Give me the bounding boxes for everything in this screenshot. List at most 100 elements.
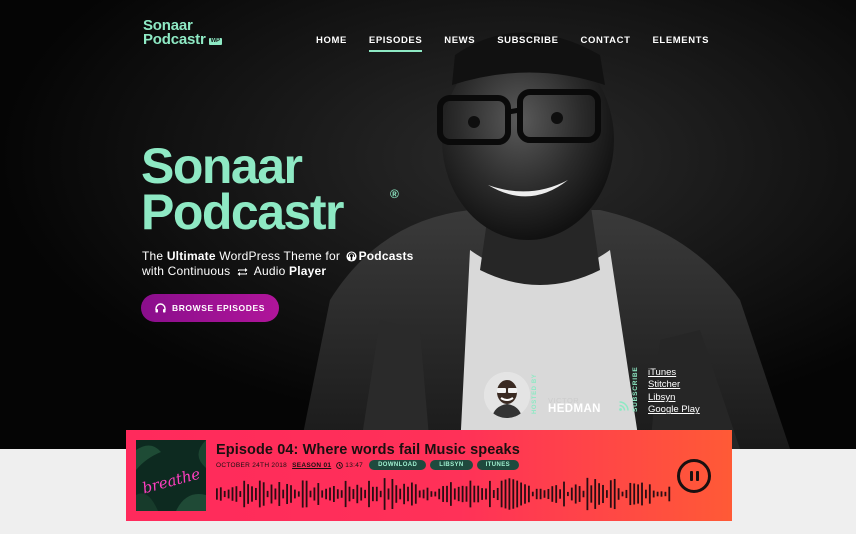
clock-icon xyxy=(336,461,344,469)
waveform-bar xyxy=(274,488,277,500)
waveform-bar xyxy=(247,484,249,504)
waveform-bar xyxy=(485,488,487,500)
nav-item-episodes[interactable]: EPISODES xyxy=(368,35,423,52)
waveform-bar xyxy=(504,479,507,509)
waveform-bar xyxy=(403,483,405,505)
waveform-bar xyxy=(559,489,561,499)
waveform-bar xyxy=(344,480,347,508)
waveform-bar xyxy=(543,490,546,498)
waveform-bar xyxy=(602,484,604,504)
waveform-bar xyxy=(255,487,257,501)
waveform-bar xyxy=(492,490,495,498)
waveform-bar xyxy=(648,484,651,504)
browse-episodes-button[interactable]: BROWSE EPISODES xyxy=(141,294,279,322)
waveform-bar xyxy=(399,488,402,500)
nav-item-subscribe[interactable]: SUBSCRIBE xyxy=(497,35,558,52)
waveform-bar xyxy=(395,485,398,503)
pause-button[interactable] xyxy=(677,459,711,493)
logo-badge: WP xyxy=(208,38,222,45)
waveform-bar xyxy=(547,488,550,500)
subtitle-text: with Continuous xyxy=(142,264,234,278)
episode-season[interactable]: SEASON 01 xyxy=(292,462,331,469)
libsyn-button[interactable]: LIBSYN xyxy=(430,460,473,470)
waveform-bar xyxy=(535,488,538,500)
waveform-bar xyxy=(524,484,526,504)
waveform-bar xyxy=(231,487,234,501)
waveform-bar xyxy=(216,488,218,500)
waveform-bar xyxy=(348,486,351,502)
nav-item-elements[interactable]: ELEMENTS xyxy=(652,35,709,52)
waveform-bar xyxy=(333,486,335,502)
waveform-bar xyxy=(411,482,413,506)
browse-episodes-label: BROWSE EPISODES xyxy=(171,303,266,313)
audio-waveform[interactable] xyxy=(216,474,710,514)
registered-mark: ® xyxy=(390,187,399,201)
hero-section: Sonaar Podcastr WP HOME EPISODES NEWS SUB… xyxy=(0,0,856,449)
waveform-bar xyxy=(368,480,370,508)
site-logo[interactable]: Sonaar Podcastr WP xyxy=(143,18,222,48)
waveform-bar xyxy=(469,480,472,508)
waveform-bar xyxy=(461,485,464,503)
hero-portrait-image xyxy=(0,0,856,449)
subtitle-text: The xyxy=(142,249,167,263)
logo-line2: Podcastr xyxy=(143,31,206,48)
waveform-bar xyxy=(606,490,608,498)
waveform-bar xyxy=(625,489,628,499)
waveform-bar xyxy=(570,487,573,501)
waveform-bar xyxy=(278,482,281,506)
waveform-bar xyxy=(465,486,468,502)
episode-title[interactable]: Episode 04: Where words fail Music speak… xyxy=(216,442,520,458)
waveform-bar xyxy=(282,489,285,499)
waveform-bar xyxy=(352,489,355,499)
waveform-bar xyxy=(453,488,456,500)
audio-player: breathe Episode 04: Where words fail Mus… xyxy=(126,430,732,521)
subtitle-bold-player: Player xyxy=(289,264,327,278)
subtitle-text: Audio xyxy=(250,264,290,278)
waveform-bar xyxy=(633,483,636,505)
nav-item-home[interactable]: HOME xyxy=(316,35,347,52)
subscribe-link-libsyn[interactable]: Libsyn xyxy=(648,392,700,404)
waveform-bar xyxy=(414,484,417,504)
waveform-bar xyxy=(668,486,671,502)
waveform-bar xyxy=(645,489,647,499)
waveform-bar xyxy=(438,488,441,500)
subscribe-link-stitcher[interactable]: Stitcher xyxy=(648,379,700,391)
waveform-bar xyxy=(239,491,242,497)
waveform-bar xyxy=(512,479,515,509)
waveform-bar xyxy=(590,485,593,503)
itunes-button[interactable]: ITUNES xyxy=(476,460,520,470)
waveform-bar xyxy=(434,491,437,497)
headphones-icon xyxy=(155,303,166,313)
waveform-bar xyxy=(309,490,312,498)
hosted-by-text: HOSTED BY xyxy=(532,373,538,414)
waveform-bar xyxy=(379,490,382,498)
waveform-bar xyxy=(496,487,499,501)
hero-title-line1: Sonaar xyxy=(141,138,303,194)
waveform-bar xyxy=(531,491,534,497)
waveform-bar xyxy=(660,491,663,497)
subscribe-link-google-play[interactable]: Google Play xyxy=(648,404,700,416)
subscribe-link-itunes[interactable]: iTunes xyxy=(648,367,700,379)
waveform-bar xyxy=(516,480,519,508)
waveform-bar xyxy=(375,486,378,502)
waveform-bar xyxy=(325,488,327,500)
nav-item-contact[interactable]: CONTACT xyxy=(581,35,631,52)
subscribe-label-text: SUBSCRIBE xyxy=(632,366,639,412)
rss-icon xyxy=(619,401,629,411)
waveform-bar xyxy=(422,489,425,499)
waveform-bar xyxy=(528,485,530,503)
host-last-name: HEDMAN xyxy=(548,403,601,415)
repeat-icon xyxy=(237,268,248,276)
host-avatar xyxy=(484,372,530,418)
waveform-bar xyxy=(652,490,655,498)
waveform-bar xyxy=(567,491,569,497)
waveform-bar xyxy=(262,482,265,506)
waveform-bar xyxy=(294,489,296,499)
main-nav: HOME EPISODES NEWS SUBSCRIBE CONTACT ELE… xyxy=(316,35,731,52)
waveform-bar xyxy=(407,486,409,502)
episode-duration: 13:47 xyxy=(336,462,363,469)
waveform-bar xyxy=(290,485,292,503)
download-button[interactable]: DOWNLOAD xyxy=(369,460,427,470)
waveform-bar xyxy=(551,486,554,502)
nav-item-news[interactable]: NEWS xyxy=(444,35,475,52)
